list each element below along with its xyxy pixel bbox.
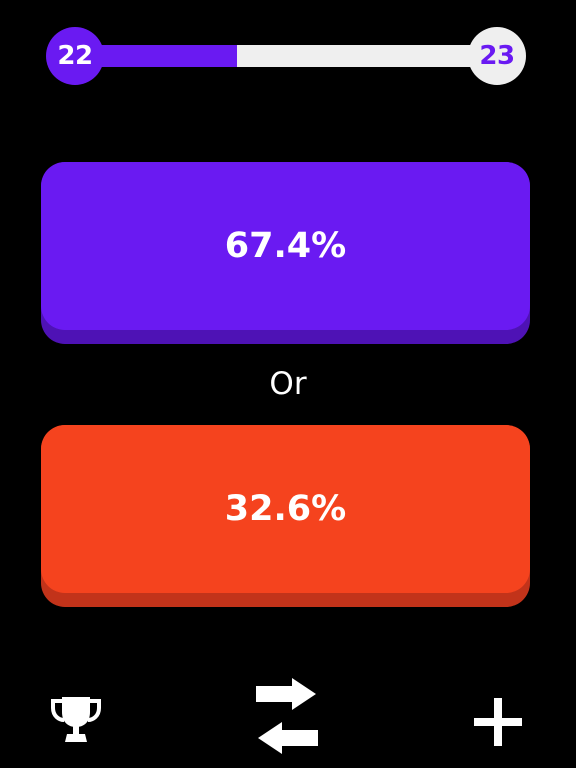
or-separator: Or [269, 366, 307, 402]
trophy-button[interactable] [50, 694, 102, 746]
swap-button[interactable] [254, 676, 320, 756]
next-level-badge: 23 [468, 27, 526, 85]
level-progress-bar [92, 45, 484, 67]
current-level-badge: 22 [46, 27, 104, 85]
trophy-icon [51, 697, 101, 742]
add-button[interactable] [472, 696, 524, 748]
plus-icon [474, 698, 522, 746]
choice-b-percentage: 32.6% [41, 425, 530, 593]
choice-a-button[interactable]: 67.4% [41, 162, 530, 344]
choice-a-percentage: 67.4% [41, 162, 530, 330]
choice-b-button[interactable]: 32.6% [41, 425, 530, 607]
swap-arrows-icon [256, 678, 318, 754]
level-progress-fill [92, 45, 238, 67]
